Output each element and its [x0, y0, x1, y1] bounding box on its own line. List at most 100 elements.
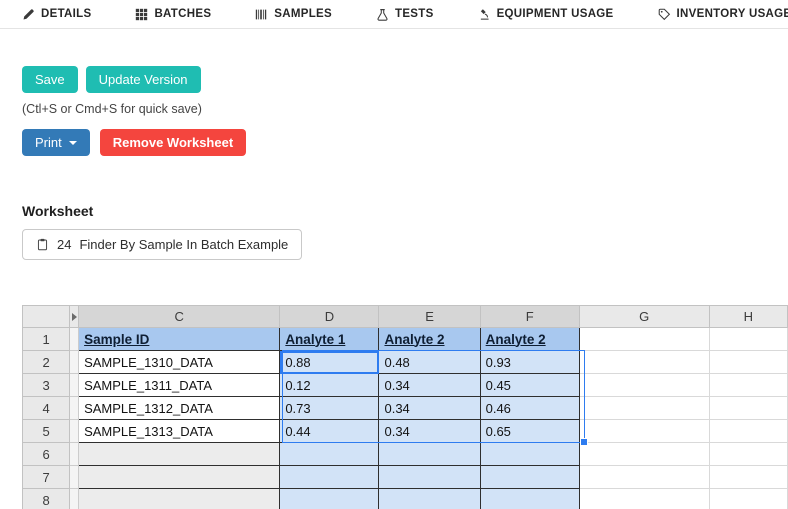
tab-equipment-usage[interactable]: EQUIPMENT USAGE	[478, 8, 614, 21]
grid-cell[interactable]	[479, 442, 580, 466]
grid-cell[interactable]	[578, 488, 710, 509]
grid-cell[interactable]	[279, 442, 380, 466]
column-header-H[interactable]: H	[708, 305, 788, 328]
hidden-col-cell	[69, 396, 80, 420]
clipboard-icon	[37, 238, 48, 251]
expand-columns-icon[interactable]	[72, 313, 78, 321]
tab-tests[interactable]: TESTS	[376, 8, 434, 21]
grid-cell[interactable]: 0.46	[479, 396, 580, 420]
column-header-E[interactable]: E	[378, 305, 481, 328]
save-button[interactable]: Save	[22, 66, 78, 93]
tab-label: TESTS	[395, 8, 434, 20]
grid-cell[interactable]: Analyte 1	[279, 327, 380, 351]
grid-cell[interactable]: 0.48	[378, 350, 481, 374]
hidden-col-cell	[69, 442, 80, 466]
column-header-D[interactable]: D	[279, 305, 380, 328]
grid-cell[interactable]	[708, 396, 788, 420]
save-toolbar: Save Update Version	[22, 66, 788, 93]
tab-samples[interactable]: SAMPLES	[255, 8, 332, 21]
grid-cell[interactable]	[578, 442, 710, 466]
table-row: 8	[21, 488, 788, 509]
grid-cell[interactable]: SAMPLE_1311_DATA	[78, 373, 281, 397]
row-header[interactable]: 1	[21, 327, 71, 351]
worksheet-number: 24	[57, 237, 72, 252]
grid-cell[interactable]: Analyte 2	[479, 327, 580, 351]
grid-cell[interactable]	[708, 488, 788, 509]
row-header[interactable]: 3	[21, 373, 71, 397]
grid-cell[interactable]: 0.34	[378, 419, 481, 443]
grid-cell[interactable]	[578, 373, 710, 397]
worksheet-selector-button[interactable]: 24 Finder By Sample In Batch Example	[22, 229, 303, 260]
row-header[interactable]: 4	[21, 396, 71, 420]
grid-cell[interactable]	[708, 442, 788, 466]
column-header-F[interactable]: F	[479, 305, 580, 328]
column-header-C[interactable]: C	[78, 305, 281, 328]
grid-cell[interactable]	[708, 350, 788, 374]
grid-cell[interactable]: 0.34	[378, 396, 481, 420]
active-cell[interactable]: 0.88	[279, 350, 380, 374]
top-nav: DETAILS BATCHES SAMPLES TESTS EQUIPMENT …	[0, 0, 788, 29]
grid-cell[interactable]: SAMPLE_1313_DATA	[78, 419, 281, 443]
update-version-button[interactable]: Update Version	[85, 66, 201, 93]
tab-label: EQUIPMENT USAGE	[496, 8, 614, 20]
grid-cell[interactable]	[78, 465, 281, 489]
grid-cell[interactable]	[578, 419, 710, 443]
grid-cell[interactable]	[708, 419, 788, 443]
grid-cell[interactable]	[78, 488, 281, 509]
row-header[interactable]: 7	[21, 465, 71, 489]
print-dropdown-button[interactable]: Print	[22, 129, 90, 156]
table-row: 7	[21, 465, 788, 489]
grid-cell[interactable]: 0.34	[378, 373, 481, 397]
hidden-col-cell	[69, 327, 80, 351]
grid-cell[interactable]	[378, 442, 481, 466]
hidden-columns-header[interactable]	[69, 305, 80, 328]
hidden-col-cell	[69, 465, 80, 489]
column-header-G[interactable]: G	[578, 305, 710, 328]
pencil-icon	[23, 8, 34, 19]
remove-worksheet-button[interactable]: Remove Worksheet	[99, 129, 247, 156]
grid-cell[interactable]: SAMPLE_1312_DATA	[78, 396, 281, 420]
table-row: 3 SAMPLE_1311_DATA 0.12 0.34 0.45	[21, 373, 788, 397]
row-header[interactable]: 6	[21, 442, 71, 466]
flask-icon	[377, 8, 388, 21]
grid-cell[interactable]: 0.44	[279, 419, 380, 443]
grid-cell[interactable]	[708, 373, 788, 397]
tab-inventory-usage[interactable]: INVENTORY USAGE	[658, 8, 788, 21]
grid-cell[interactable]	[279, 488, 380, 509]
print-toolbar: Print Remove Worksheet	[22, 129, 788, 156]
grid-cell[interactable]: 0.93	[479, 350, 580, 374]
grid-cell[interactable]	[578, 465, 710, 489]
grid-cell[interactable]: 0.45	[479, 373, 580, 397]
grid-cell[interactable]	[708, 327, 788, 351]
grid-cell[interactable]	[378, 488, 481, 509]
row-header[interactable]: 5	[21, 419, 71, 443]
print-label: Print	[35, 135, 62, 150]
hidden-col-cell	[69, 373, 80, 397]
row-header[interactable]: 8	[21, 488, 71, 509]
grid-cell[interactable]: Sample ID	[78, 327, 281, 351]
grid-cell[interactable]	[279, 465, 380, 489]
table-row: 1 Sample ID Analyte 1 Analyte 2 Analyte …	[21, 327, 788, 351]
row-header[interactable]: 2	[21, 350, 71, 374]
grid-cell[interactable]: 0.73	[279, 396, 380, 420]
grid-cell[interactable]	[708, 465, 788, 489]
grid-cell[interactable]: 0.65	[479, 419, 580, 443]
tab-details[interactable]: DETAILS	[22, 8, 91, 21]
grid-cell[interactable]: Analyte 2	[378, 327, 481, 351]
worksheet-section-title: Worksheet	[22, 203, 94, 219]
grid-cell[interactable]	[378, 465, 481, 489]
grid-cell[interactable]	[578, 396, 710, 420]
barcode-icon	[256, 9, 267, 19]
grid-cell[interactable]	[479, 465, 580, 489]
quick-save-hint: (Ctl+S or Cmd+S for quick save)	[22, 102, 202, 116]
tab-label: DETAILS	[41, 8, 92, 20]
grid-cell[interactable]	[78, 442, 281, 466]
hidden-col-cell	[69, 419, 80, 443]
grid-cell[interactable]	[578, 350, 710, 374]
grid-cell[interactable]	[479, 488, 580, 509]
tab-batches[interactable]: BATCHES	[135, 8, 211, 21]
grid-cell[interactable]	[578, 327, 710, 351]
grid-cell[interactable]: SAMPLE_1310_DATA	[78, 350, 281, 374]
grid-cell[interactable]: 0.12	[279, 373, 380, 397]
select-all-corner[interactable]	[21, 305, 71, 328]
